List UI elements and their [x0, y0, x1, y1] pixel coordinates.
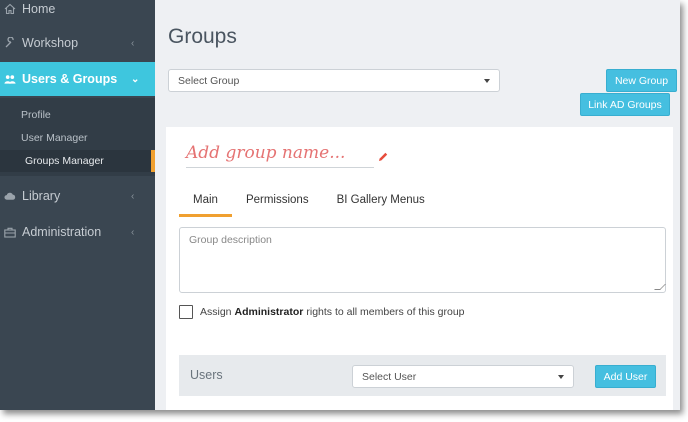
- tab-bi-gallery-menus[interactable]: BI Gallery Menus: [323, 191, 439, 217]
- wrench-icon: [4, 37, 16, 49]
- chevron-left-icon: ‹: [131, 37, 135, 49]
- link-ad-groups-button[interactable]: Link AD Groups: [580, 93, 670, 116]
- assign-prefix-text: Assign: [200, 306, 232, 318]
- sidebar-item-users-groups[interactable]: Users & Groups ⌄: [0, 62, 162, 96]
- sidebar-item-label: Workshop: [22, 36, 79, 50]
- users-icon: [4, 73, 16, 85]
- submenu-item-user-manager[interactable]: User Manager: [0, 127, 155, 149]
- sidebar-item-label: Library: [22, 189, 61, 203]
- select-group-value: Select Group: [178, 74, 240, 87]
- group-description-textarea[interactable]: Group description: [179, 227, 666, 293]
- submenu-item-groups-manager[interactable]: Groups Manager: [0, 150, 155, 172]
- assign-bold-text: Administrator: [234, 306, 304, 318]
- sidebar-item-home[interactable]: Home: [0, 0, 155, 26]
- tab-permissions[interactable]: Permissions: [232, 191, 323, 217]
- app-window: Home Workshop ‹ Users & Groups ⌄ Profile…: [0, 0, 680, 410]
- cloud-icon: [4, 190, 16, 202]
- caret-down-icon: [484, 78, 490, 83]
- description-placeholder: Group description: [189, 234, 272, 246]
- sidebar-item-library[interactable]: Library ‹: [0, 179, 155, 213]
- chevron-left-icon: ‹: [131, 226, 135, 238]
- users-groups-submenu: Profile User Manager Groups Manager: [0, 98, 155, 176]
- sidebar-item-label: Administration: [22, 225, 102, 239]
- assign-admin-row: Assign Administrator rights to all membe…: [179, 305, 465, 319]
- sidebar-item-label: Home: [22, 2, 56, 16]
- page-title: Groups: [168, 25, 237, 48]
- sidebar-item-label: Users & Groups: [22, 72, 118, 86]
- assign-admin-checkbox[interactable]: [179, 305, 193, 319]
- resize-handle-icon[interactable]: [654, 284, 666, 290]
- main-content: Groups Select Group New Group Link AD Gr…: [155, 0, 680, 410]
- sidebar: Home Workshop ‹ Users & Groups ⌄ Profile…: [0, 0, 162, 410]
- submenu-item-label: Profile: [21, 109, 51, 121]
- tab-main[interactable]: Main: [179, 191, 232, 217]
- select-user-value: Select User: [362, 370, 417, 383]
- submenu-item-label: Groups Manager: [25, 155, 104, 167]
- chevron-left-icon: ‹: [131, 190, 135, 202]
- chevron-down-icon: ⌄: [131, 73, 140, 85]
- new-group-button[interactable]: New Group: [606, 69, 677, 92]
- sidebar-item-administration[interactable]: Administration ‹: [0, 215, 155, 249]
- submenu-item-label: User Manager: [21, 132, 88, 144]
- assign-suffix-text: rights to all members of this group: [306, 306, 465, 318]
- home-icon: [4, 3, 16, 15]
- group-editor-card: Add group name... Main Permissions BI Ga…: [166, 127, 673, 410]
- submenu-item-profile[interactable]: Profile: [0, 104, 155, 126]
- users-section-header: Users Select User Add User: [179, 355, 666, 396]
- tab-bar: Main Permissions BI Gallery Menus: [179, 191, 439, 217]
- caret-down-icon: [558, 374, 564, 379]
- sidebar-item-workshop[interactable]: Workshop ‹: [0, 26, 155, 60]
- users-label: Users: [190, 368, 223, 382]
- pencil-icon[interactable]: [377, 150, 389, 162]
- select-group-dropdown[interactable]: Select Group: [168, 69, 500, 92]
- group-name-input[interactable]: Add group name...: [186, 143, 374, 168]
- briefcase-icon: [4, 226, 16, 238]
- select-user-dropdown[interactable]: Select User: [352, 365, 574, 388]
- add-user-button[interactable]: Add User: [595, 365, 656, 388]
